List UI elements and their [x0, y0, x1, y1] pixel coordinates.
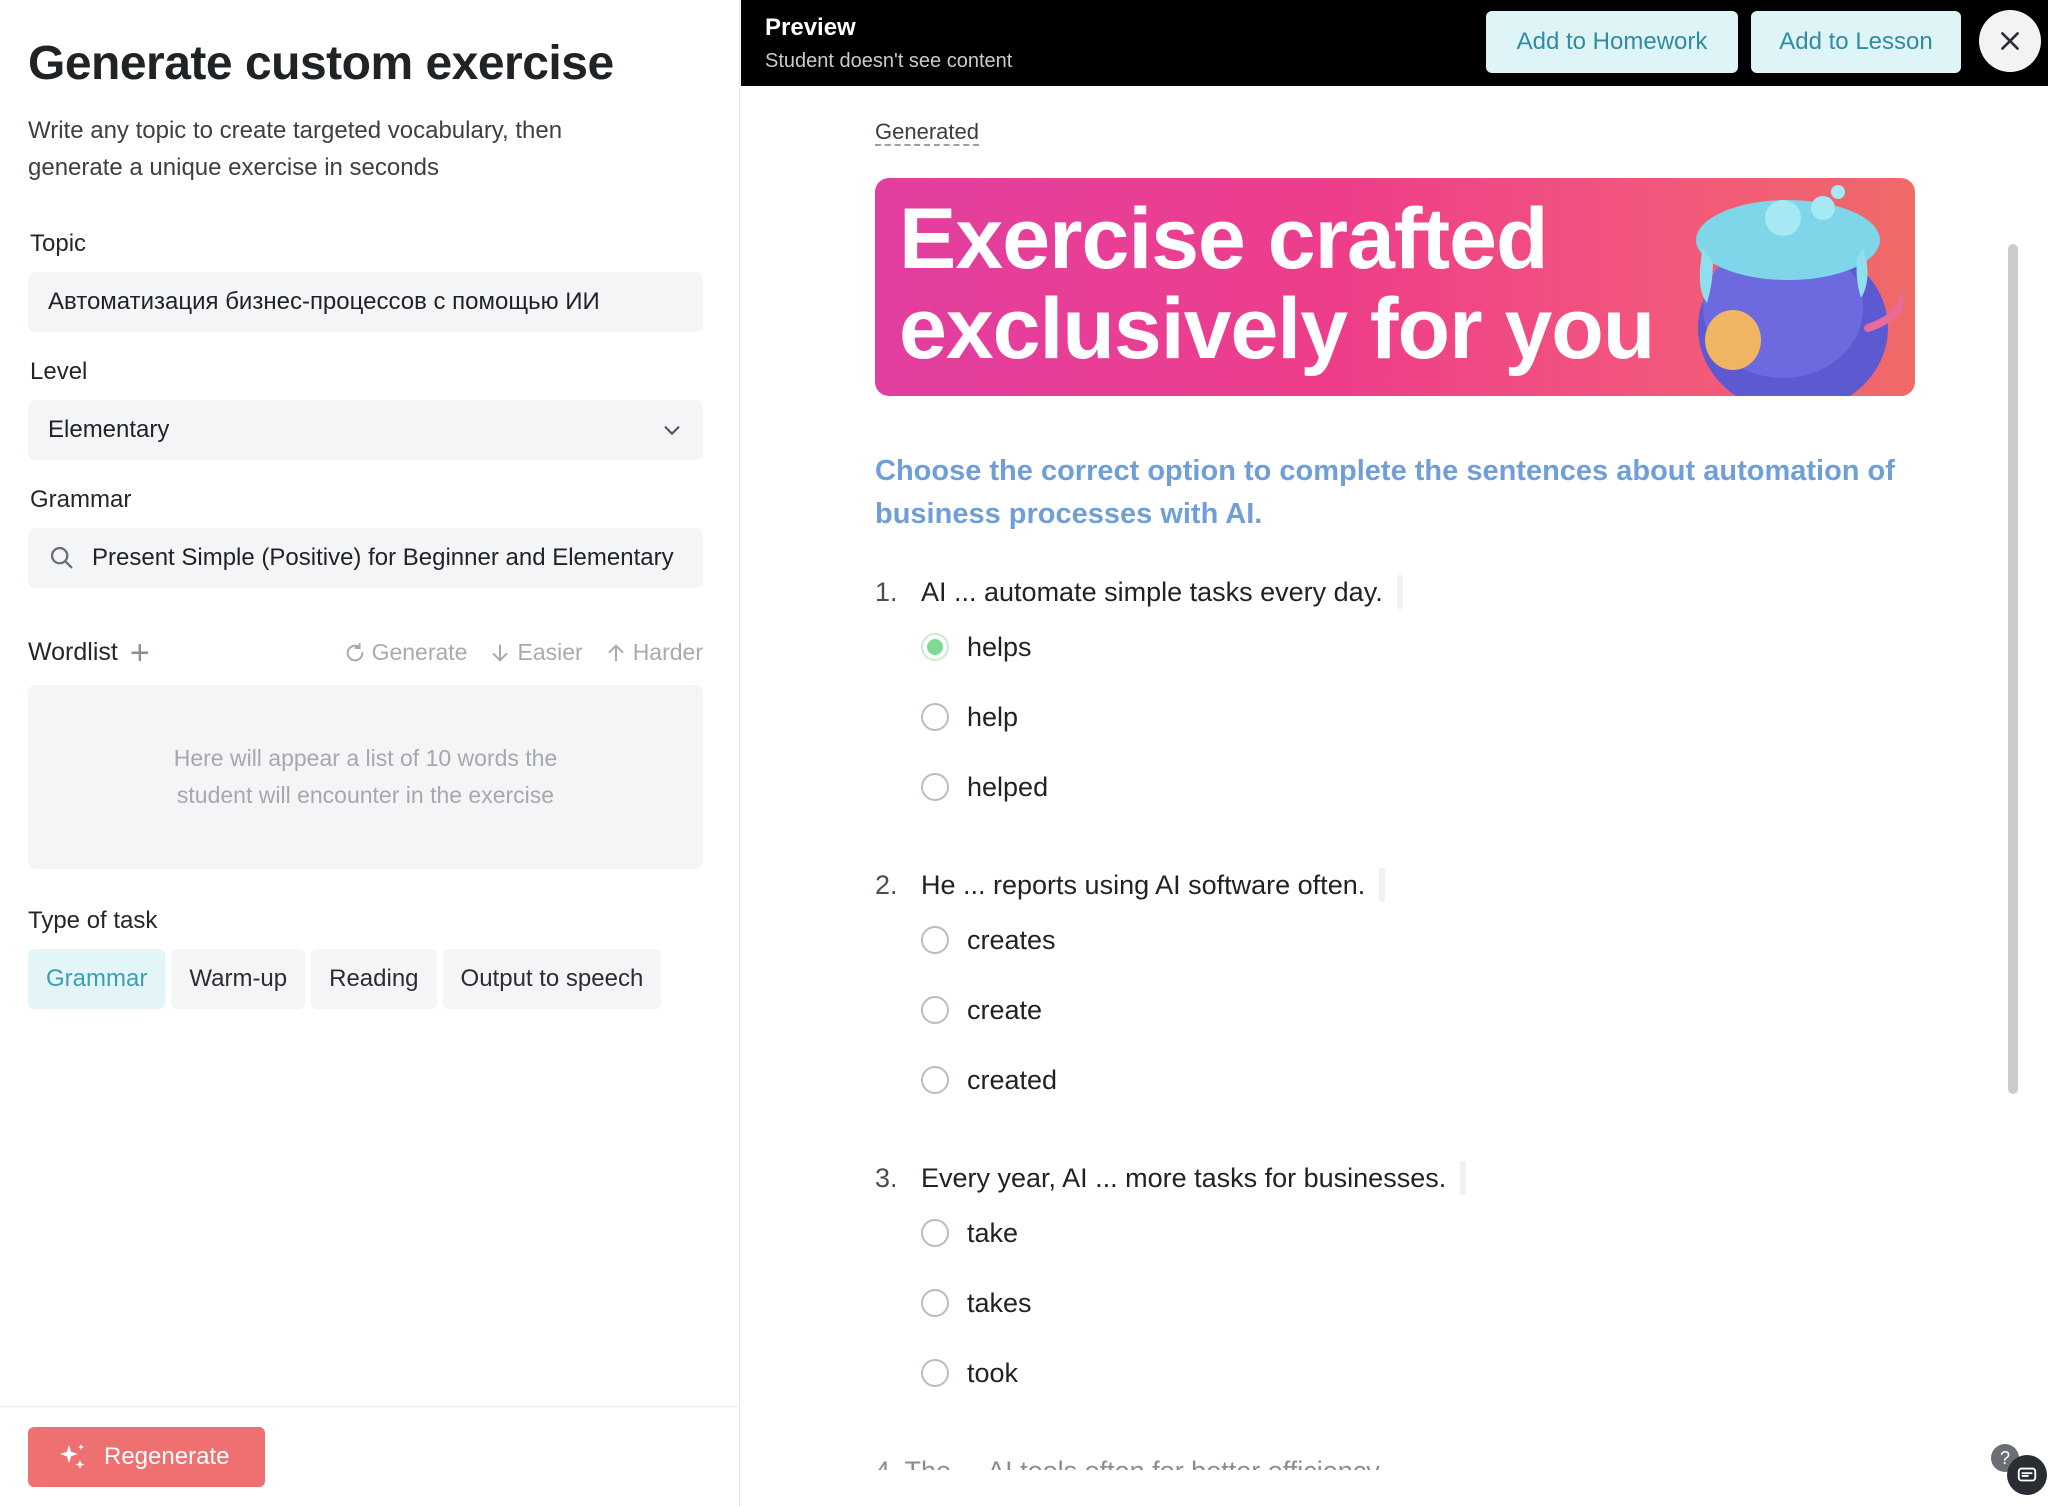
task-chip-output-to-speech[interactable]: Output to speech [442, 949, 662, 1009]
question-2: 2. He ... reports using AI software ofte… [875, 865, 1915, 1115]
arrow-up-icon [608, 644, 624, 661]
easier-button[interactable]: Easier [489, 639, 583, 666]
question-text: AI ... automate simple tasks every day. [921, 576, 1383, 607]
answer-option[interactable]: take [921, 1198, 1915, 1268]
answer-slot[interactable] [1379, 868, 1386, 902]
task-type-label: Type of task [28, 907, 158, 934]
easier-label: Easier [517, 639, 583, 665]
option-label: helped [967, 771, 1049, 802]
topic-label: Topic [30, 230, 87, 257]
radio[interactable] [921, 1219, 949, 1247]
option-label: takes [967, 1287, 1032, 1318]
answer-option[interactable]: helped [921, 752, 1915, 822]
answer-option[interactable]: helps [921, 612, 1915, 682]
sparkles-icon [60, 1444, 85, 1469]
wordlist-label: Wordlist [28, 638, 118, 666]
cauldron-illustration [1696, 185, 1903, 396]
question-text: He ... reports using AI software often. [921, 869, 1366, 900]
level-select[interactable]: Elementary [28, 400, 703, 460]
answer-option[interactable]: create [921, 975, 1915, 1045]
grammar-value: Present Simple (Positive) for Beginner a… [92, 544, 674, 571]
add-word-button[interactable]: + [130, 636, 150, 670]
radio[interactable] [921, 926, 949, 954]
chevron-down-icon [664, 426, 680, 435]
question-1: 1. AI ... automate simple tasks every da… [875, 572, 1915, 822]
harder-label: Harder [632, 639, 703, 665]
answer-option[interactable]: took [921, 1338, 1915, 1408]
generator-panel: Generate custom exercise Write any topic… [0, 0, 740, 1506]
radio-selected[interactable] [921, 633, 949, 661]
generated-tag: Generated [875, 120, 979, 146]
exercise-banner: Exercise crafted exclusively for you [875, 178, 1915, 396]
scrollbar[interactable] [2008, 244, 2018, 1094]
preview-subtitle: Student doesn't see content [765, 49, 1013, 72]
radio[interactable] [921, 996, 949, 1024]
question-3: 3. Every year, AI ... more tasks for bus… [875, 1158, 1915, 1408]
answer-slot[interactable] [1396, 575, 1403, 609]
option-label: creates [967, 924, 1056, 955]
radio[interactable] [921, 1289, 949, 1317]
question-number: 3. [875, 1162, 898, 1193]
chat-icon [2017, 1467, 2037, 1482]
close-icon [2001, 32, 2019, 50]
preview-topbar: Preview Student doesn't see content Add … [741, 0, 2048, 86]
regenerate-button[interactable]: Regenerate [28, 1427, 265, 1487]
harder-button[interactable]: Harder [605, 639, 703, 666]
generate-words-button[interactable]: Generate [344, 639, 468, 666]
topic-input[interactable]: Автоматизация бизнес-процессов с помощью… [28, 272, 703, 332]
answer-option[interactable]: takes [921, 1268, 1915, 1338]
exercise-instructions: Choose the correct option to complete th… [875, 455, 1895, 530]
refresh-icon [346, 642, 363, 661]
regenerate-label: Regenerate [104, 1443, 230, 1470]
question-number: 1. [875, 576, 898, 607]
grammar-search-input[interactable]: Present Simple (Positive) for Beginner a… [28, 528, 703, 588]
task-chip-reading[interactable]: Reading [311, 949, 437, 1009]
search-icon [50, 546, 73, 569]
option-label: create [967, 994, 1043, 1025]
answer-option[interactable]: help [921, 682, 1915, 752]
topic-value: Автоматизация бизнес-процессов с помощью… [48, 288, 600, 315]
option-label: took [967, 1357, 1019, 1388]
add-to-lesson-button[interactable]: Add to Lesson [1751, 11, 1961, 73]
radio[interactable] [921, 703, 949, 731]
left-footer: Regenerate [0, 1406, 740, 1506]
app-window: Generate custom exercise Write any topic… [0, 0, 2048, 1506]
page-title: Generate custom exercise [28, 37, 614, 90]
question-number: 2. [875, 869, 898, 900]
level-value: Elementary [48, 416, 170, 443]
level-label: Level [30, 358, 88, 385]
add-to-homework-button[interactable]: Add to Homework [1486, 11, 1738, 73]
task-chip-warm-up[interactable]: Warm-up [171, 949, 306, 1009]
radio[interactable] [921, 1066, 949, 1094]
radio[interactable] [921, 773, 949, 801]
preview-panel: Preview Student doesn't see content Add … [741, 0, 2048, 1506]
answer-option[interactable]: creates [921, 905, 1915, 975]
banner-line-2: exclusively for you [899, 281, 1655, 377]
banner-line-1: Exercise crafted [899, 191, 1549, 287]
grammar-label: Grammar [30, 486, 132, 513]
answer-option[interactable]: created [921, 1045, 1915, 1115]
question-text: Every year, AI ... more tasks for busine… [921, 1162, 1447, 1193]
task-type-chips: Grammar Warm-up Reading Output to speech [28, 949, 711, 1009]
question-4-partial: 4. The ... AI tools often for better eff… [875, 1456, 1915, 1470]
chat-button[interactable] [2007, 1455, 2047, 1495]
arrow-down-icon [493, 644, 508, 661]
wordlist-header: Wordlist + Generate Easier Harder [28, 636, 703, 670]
page-subtitle: Write any topic to create targeted vocab… [28, 117, 563, 181]
option-label: helps [967, 631, 1032, 662]
wordlist-placeholder: Here will appear a list of 10 words the … [28, 685, 703, 869]
option-label: created [967, 1064, 1058, 1095]
generate-words-label: Generate [371, 639, 468, 665]
radio[interactable] [921, 1359, 949, 1387]
answer-slot[interactable] [1460, 1161, 1467, 1195]
option-label: help [967, 701, 1019, 732]
preview-title: Preview [765, 13, 856, 41]
task-chip-grammar[interactable]: Grammar [28, 949, 166, 1009]
option-label: take [967, 1217, 1019, 1248]
close-button[interactable] [1979, 10, 2041, 72]
